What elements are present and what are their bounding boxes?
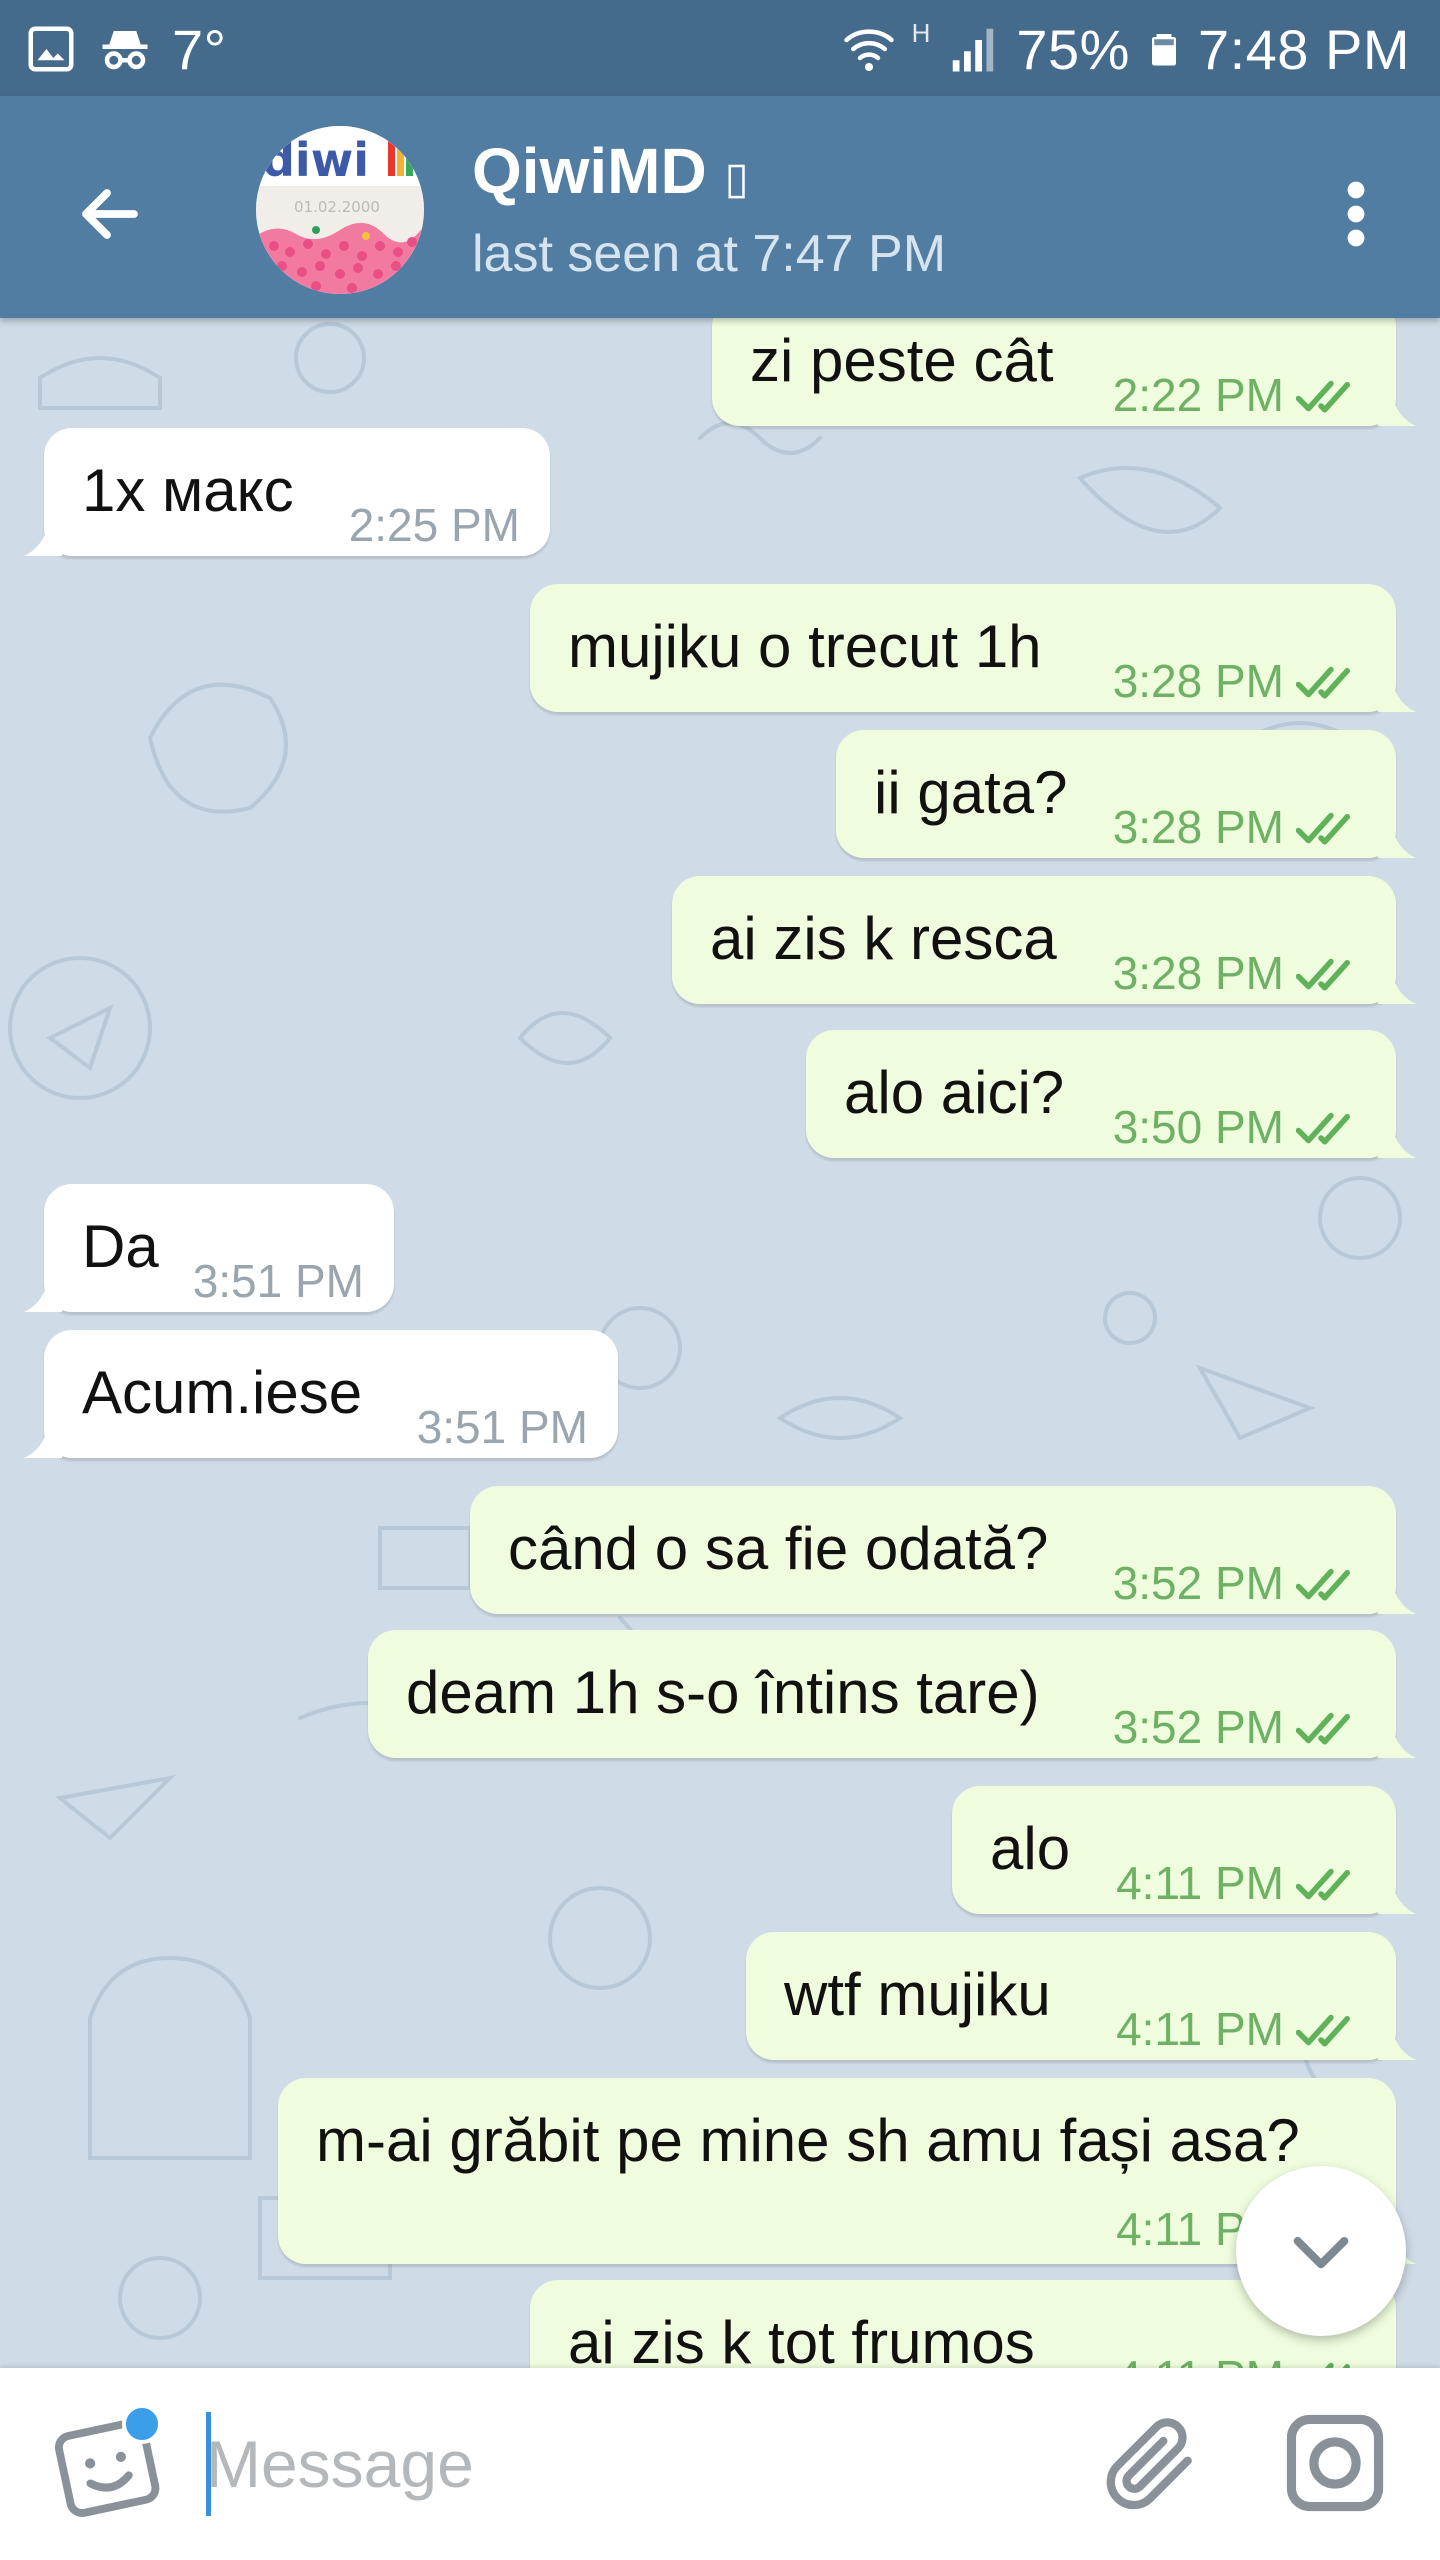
message-text: Da — [82, 1213, 159, 1280]
message-time: 3:52 PM — [1112, 1557, 1284, 1609]
chevron-down-icon — [1293, 2237, 1349, 2269]
bubble-tail — [1378, 1718, 1416, 1758]
message-time: 2:22 PM — [1112, 369, 1284, 421]
message-text: alo — [990, 1815, 1071, 1882]
paperclip-icon — [1106, 2418, 1192, 2510]
incoming-message[interactable]: 1x макс 2:25 PM — [24, 428, 550, 556]
message-text: ai zis k resca — [710, 905, 1057, 972]
arrow-left-icon — [82, 189, 138, 239]
temperature: 7° — [172, 17, 227, 81]
message-composer — [0, 2368, 1440, 2560]
read-ticks-icon — [1296, 1568, 1350, 1601]
read-ticks-icon — [1296, 958, 1350, 991]
message-text: Acum.iese — [82, 1359, 363, 1426]
message-time: 3:28 PM — [1112, 655, 1284, 707]
message-text: deam 1h s-o întins tare) — [406, 1659, 1040, 1726]
message-text: alo aici? — [844, 1059, 1065, 1126]
outgoing-message[interactable]: wtf mujiku 4:11 PM — [746, 1932, 1416, 2060]
message-list[interactable]: zi peste cât 2:22 PM 1x макс 2:25 PM mujiku … — [0, 318, 1440, 2368]
read-ticks-icon — [1325, 2362, 1350, 2368]
bubble-tail — [1378, 672, 1416, 712]
message-time: 4:11 PM — [1116, 1857, 1284, 1909]
read-ticks-icon — [1296, 812, 1350, 845]
message-time: 3:28 PM — [1112, 801, 1284, 853]
chat-title[interactable]: QiwiMD ▯ — [472, 134, 749, 208]
new-stickers-badge — [122, 2404, 162, 2444]
bubble-tail — [24, 1272, 62, 1312]
bubble-tail — [1378, 1574, 1416, 1614]
outgoing-message[interactable]: deam 1h s-o întins tare) 3:52 PM — [368, 1630, 1416, 1758]
chat-title-text: QiwiMD — [472, 135, 707, 207]
message-time: 3:52 PM — [1112, 1701, 1284, 1753]
outgoing-message[interactable]: mujiku o trecut 1h 3:28 PM — [530, 584, 1416, 712]
message-time: 3:28 PM — [1112, 947, 1284, 999]
gallery-icon — [28, 26, 74, 72]
more-vertical-icon — [1347, 181, 1365, 247]
status-time: 7:48 PM — [1197, 17, 1410, 81]
message-text: mujiku o trecut 1h — [568, 613, 1042, 680]
bubble-tail — [1378, 818, 1416, 858]
more-menu-button[interactable] — [1316, 166, 1396, 262]
bubble-tail — [1378, 1118, 1416, 1158]
message-text: wtf mujiku — [784, 1961, 1051, 2028]
message-input[interactable] — [206, 2414, 1066, 2514]
bubble-tail — [1378, 386, 1416, 426]
avatar-date-text: 01.02.2000 — [294, 198, 380, 216]
incoming-message[interactable]: Acum.iese 3:51 PM — [24, 1330, 618, 1458]
camera-button[interactable] — [1280, 2408, 1390, 2518]
avatar-brand-text: diwi — [262, 133, 369, 187]
battery-icon — [1151, 34, 1176, 66]
bubble-tail — [1378, 2020, 1416, 2060]
chat-title-suffix: ▯ — [724, 154, 749, 203]
incognito-icon — [102, 31, 148, 70]
message-time: 3:51 PM — [192, 1255, 364, 1307]
signal-icon — [953, 28, 994, 72]
scroll-to-bottom-button[interactable] — [1236, 2166, 1406, 2336]
battery-percent: 75% — [1016, 17, 1130, 81]
message-time: 3:50 PM — [1112, 1101, 1284, 1153]
read-ticks-icon — [1296, 1868, 1350, 1901]
chat-header: diwi 01.02.2000 QiwiMD ▯ last seen at 7:… — [0, 96, 1440, 318]
bubble-tail — [1378, 1874, 1416, 1914]
message-text: când o sa fie odată? — [508, 1515, 1049, 1582]
bubble-tail — [24, 516, 62, 556]
incoming-message[interactable]: Da 3:51 PM — [24, 1184, 394, 1312]
wifi-icon — [843, 29, 894, 72]
bubble-tail — [1378, 964, 1416, 1004]
message-text: ai zis k tot frumos — [568, 2309, 1035, 2368]
network-label: H — [911, 18, 931, 48]
status-bar: 7° H 75% 7:48 PM — [0, 0, 1440, 96]
back-button[interactable] — [62, 166, 158, 262]
message-text: ii gata? — [874, 759, 1068, 826]
message-time: 3:51 PM — [416, 1401, 588, 1453]
message-time: 4:11 PM — [1116, 2350, 1284, 2368]
read-ticks-icon — [1296, 666, 1350, 699]
outgoing-message[interactable]: ii gata? 3:28 PM — [836, 730, 1416, 858]
attach-button[interactable] — [1096, 2408, 1206, 2518]
message-text: m-ai grăbit pe mine sh amu fași asa? — [316, 2107, 1300, 2174]
outgoing-message[interactable]: ai zis k resca 3:28 PM — [672, 876, 1416, 1004]
message-time: 4:11 PM — [1116, 2003, 1284, 2055]
message-time: 2:25 PM — [348, 499, 520, 551]
bubble-tail — [24, 1418, 62, 1458]
outgoing-message[interactable]: alo aici? 3:50 PM — [806, 1030, 1416, 1158]
outgoing-message[interactable]: alo 4:11 PM — [952, 1786, 1416, 1914]
message-text: 1x макс — [82, 457, 294, 524]
read-ticks-icon — [1296, 2014, 1350, 2047]
qiwi-cake-image: diwi 01.02.2000 — [256, 126, 424, 294]
last-seen-status: last seen at 7:47 PM — [472, 225, 947, 283]
message-text: zi peste cât — [750, 327, 1054, 394]
read-ticks-icon — [1296, 1712, 1350, 1745]
avatar[interactable]: diwi 01.02.2000 — [256, 126, 424, 294]
read-ticks-icon — [1296, 1112, 1350, 1145]
outgoing-message[interactable]: m-ai grăbit pe mine sh amu fași asa? 4:11… — [278, 2078, 1416, 2264]
read-ticks-icon — [1296, 380, 1350, 413]
outgoing-message[interactable]: zi peste cât 2:22 PM — [712, 318, 1416, 426]
camera-icon — [1286, 2414, 1384, 2512]
outgoing-message[interactable]: când o sa fie odată? 3:52 PM — [470, 1486, 1416, 1614]
